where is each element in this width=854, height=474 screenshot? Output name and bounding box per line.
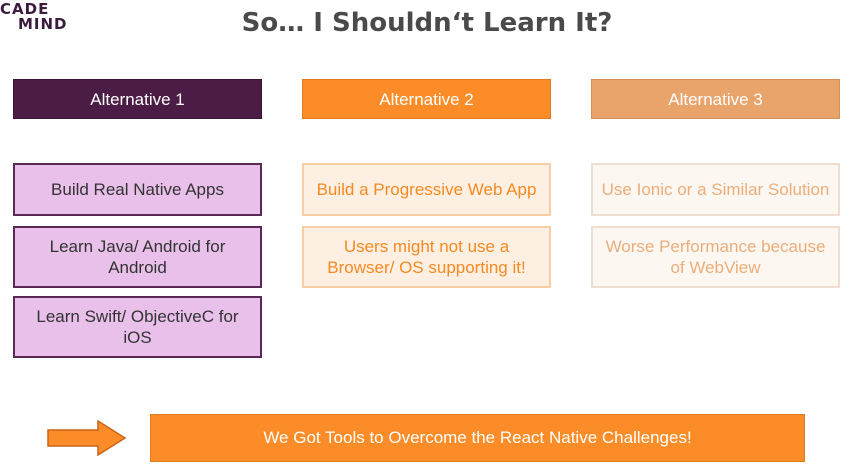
right-arrow-icon [47,420,127,456]
alternative-3-header: Alternative 3 [591,79,840,119]
alternative-1-item: Learn Swift/ ObjectiveC for iOS [13,296,262,358]
conclusion-banner: We Got Tools to Overcome the React Nativ… [150,414,805,462]
alternative-2-header: Alternative 2 [302,79,551,119]
alternative-1-item: Build Real Native Apps [13,163,262,216]
alternative-2-item: Build a Progressive Web App [302,163,551,216]
alternative-2-item: Users might not use a Browser/ OS suppor… [302,226,551,288]
alternative-3-item: Worse Performance because of WebView [591,226,840,288]
alternative-1-item: Learn Java/ Android for Android [13,226,262,288]
alternative-3-item: Use Ionic or a Similar Solution [591,163,840,216]
alternative-1-header: Alternative 1 [13,79,262,119]
slide-title: So… I Shouldn‘t Learn It? [241,8,613,38]
